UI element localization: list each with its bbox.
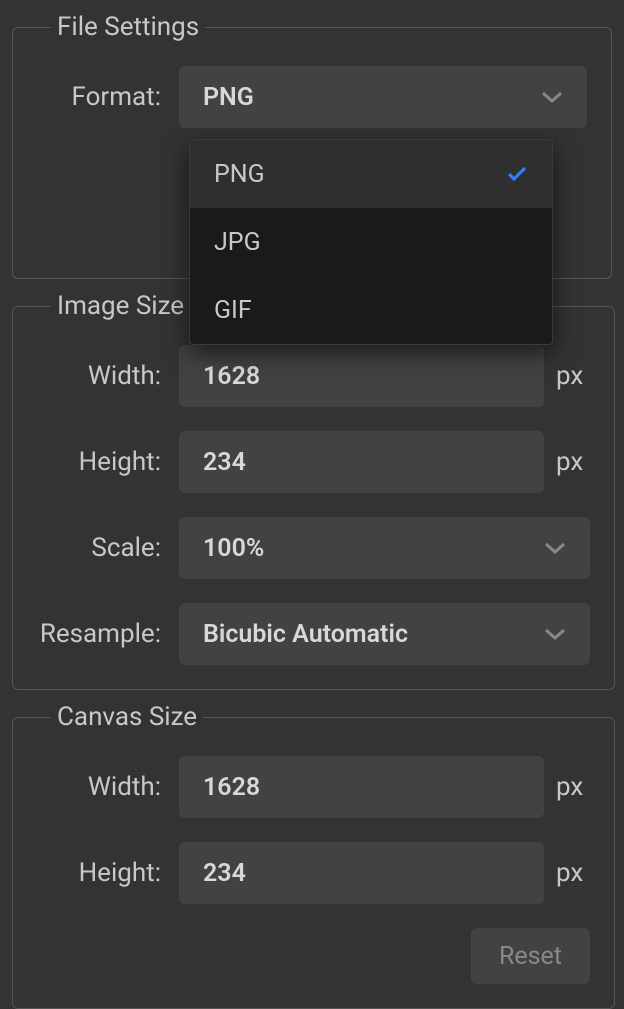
canvas-height-row: Height: px <box>37 842 590 904</box>
format-value: PNG <box>203 83 254 112</box>
canvas-width-input[interactable] <box>179 756 544 818</box>
canvas-size-group: Canvas Size Width: px Height: px Reset <box>12 702 615 1009</box>
format-option-label: PNG <box>214 160 265 189</box>
canvas-height-unit: px <box>556 858 590 888</box>
image-height-input[interactable] <box>179 431 544 493</box>
image-height-row: Height: px <box>37 431 590 493</box>
image-width-input[interactable] <box>179 345 544 407</box>
format-option-jpg[interactable]: JPG <box>190 208 552 276</box>
file-settings-legend: File Settings <box>51 12 205 42</box>
scale-select[interactable]: 100% <box>179 517 590 579</box>
scale-label: Scale: <box>37 533 179 563</box>
canvas-width-unit: px <box>556 772 590 802</box>
format-option-gif[interactable]: GIF <box>190 276 552 344</box>
image-size-legend: Image Size <box>51 291 190 321</box>
image-width-label: Width: <box>37 361 179 391</box>
format-select[interactable]: PNG <box>179 66 587 128</box>
resample-select[interactable]: Bicubic Automatic <box>179 603 590 665</box>
format-option-label: JPG <box>214 228 261 257</box>
image-width-unit: px <box>556 361 590 391</box>
chevron-down-icon <box>544 537 566 559</box>
canvas-width-row: Width: px <box>37 756 590 818</box>
chevron-down-icon <box>544 623 566 645</box>
canvas-height-label: Height: <box>37 858 179 888</box>
image-width-row: Width: px <box>37 345 590 407</box>
canvas-width-label: Width: <box>37 772 179 802</box>
image-size-group: Image Size Width: px Height: px Scale: 1… <box>12 291 615 690</box>
reset-button[interactable]: Reset <box>471 928 590 984</box>
canvas-height-input[interactable] <box>179 842 544 904</box>
format-row: Format: PNG <box>37 66 587 128</box>
resample-value: Bicubic Automatic <box>203 620 408 649</box>
scale-row: Scale: 100% <box>37 517 590 579</box>
chevron-down-icon <box>541 86 563 108</box>
canvas-size-legend: Canvas Size <box>51 702 203 732</box>
check-icon <box>506 163 528 185</box>
resample-label: Resample: <box>37 619 179 649</box>
format-dropdown: PNG JPG GIF <box>189 139 553 345</box>
scale-value: 100% <box>203 534 264 563</box>
format-option-label: GIF <box>214 296 252 325</box>
image-height-label: Height: <box>37 447 179 477</box>
image-height-unit: px <box>556 447 590 477</box>
format-option-png[interactable]: PNG <box>190 140 552 208</box>
resample-row: Resample: Bicubic Automatic <box>37 603 590 665</box>
reset-row: Reset <box>37 928 590 984</box>
format-label: Format: <box>37 82 179 112</box>
